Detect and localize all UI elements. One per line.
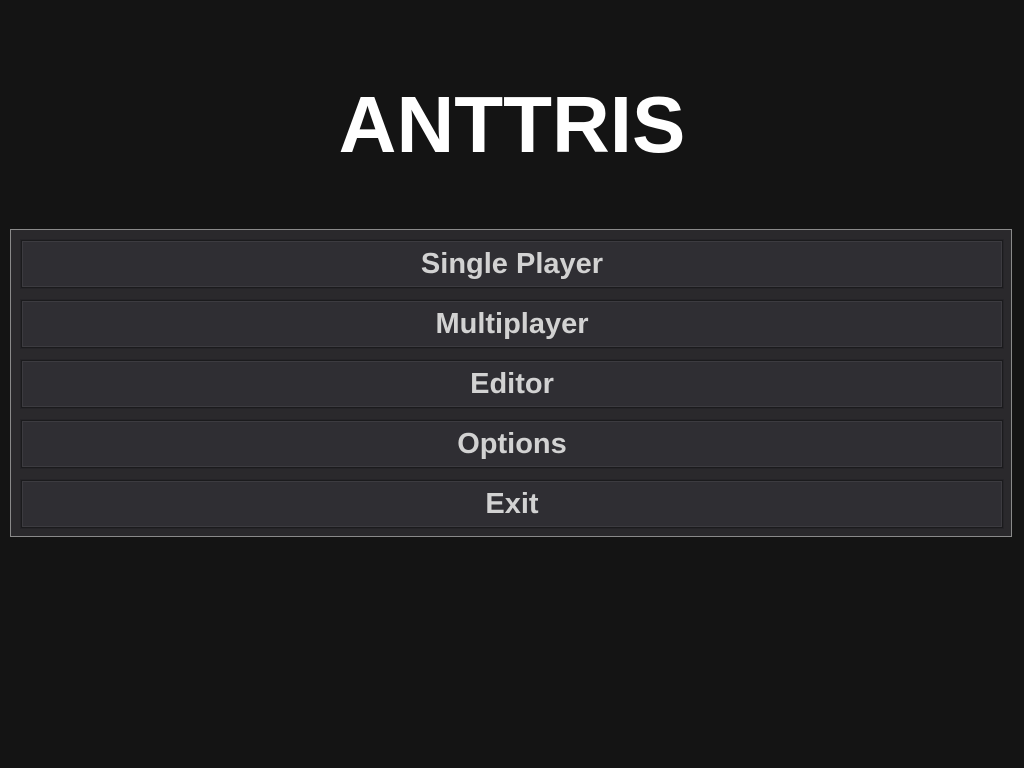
editor-label: Editor [470,367,554,400]
main-menu-screen: ANTTRIS Single Player Multiplayer Editor… [0,0,1024,768]
options-button[interactable]: Options [21,420,1003,468]
menu-list: Single Player Multiplayer Editor Options… [21,240,1003,528]
multiplayer-button[interactable]: Multiplayer [21,300,1003,348]
editor-button[interactable]: Editor [21,360,1003,408]
menu-panel: Single Player Multiplayer Editor Options… [10,229,1012,537]
single-player-label: Single Player [420,247,604,280]
game-title: ANTTRIS [338,80,686,169]
single-player-button[interactable]: Single Player [21,240,1003,288]
multiplayer-label: Multiplayer [435,307,589,340]
exit-label: Exit [485,487,539,520]
exit-button[interactable]: Exit [21,480,1003,528]
options-label: Options [457,427,567,460]
